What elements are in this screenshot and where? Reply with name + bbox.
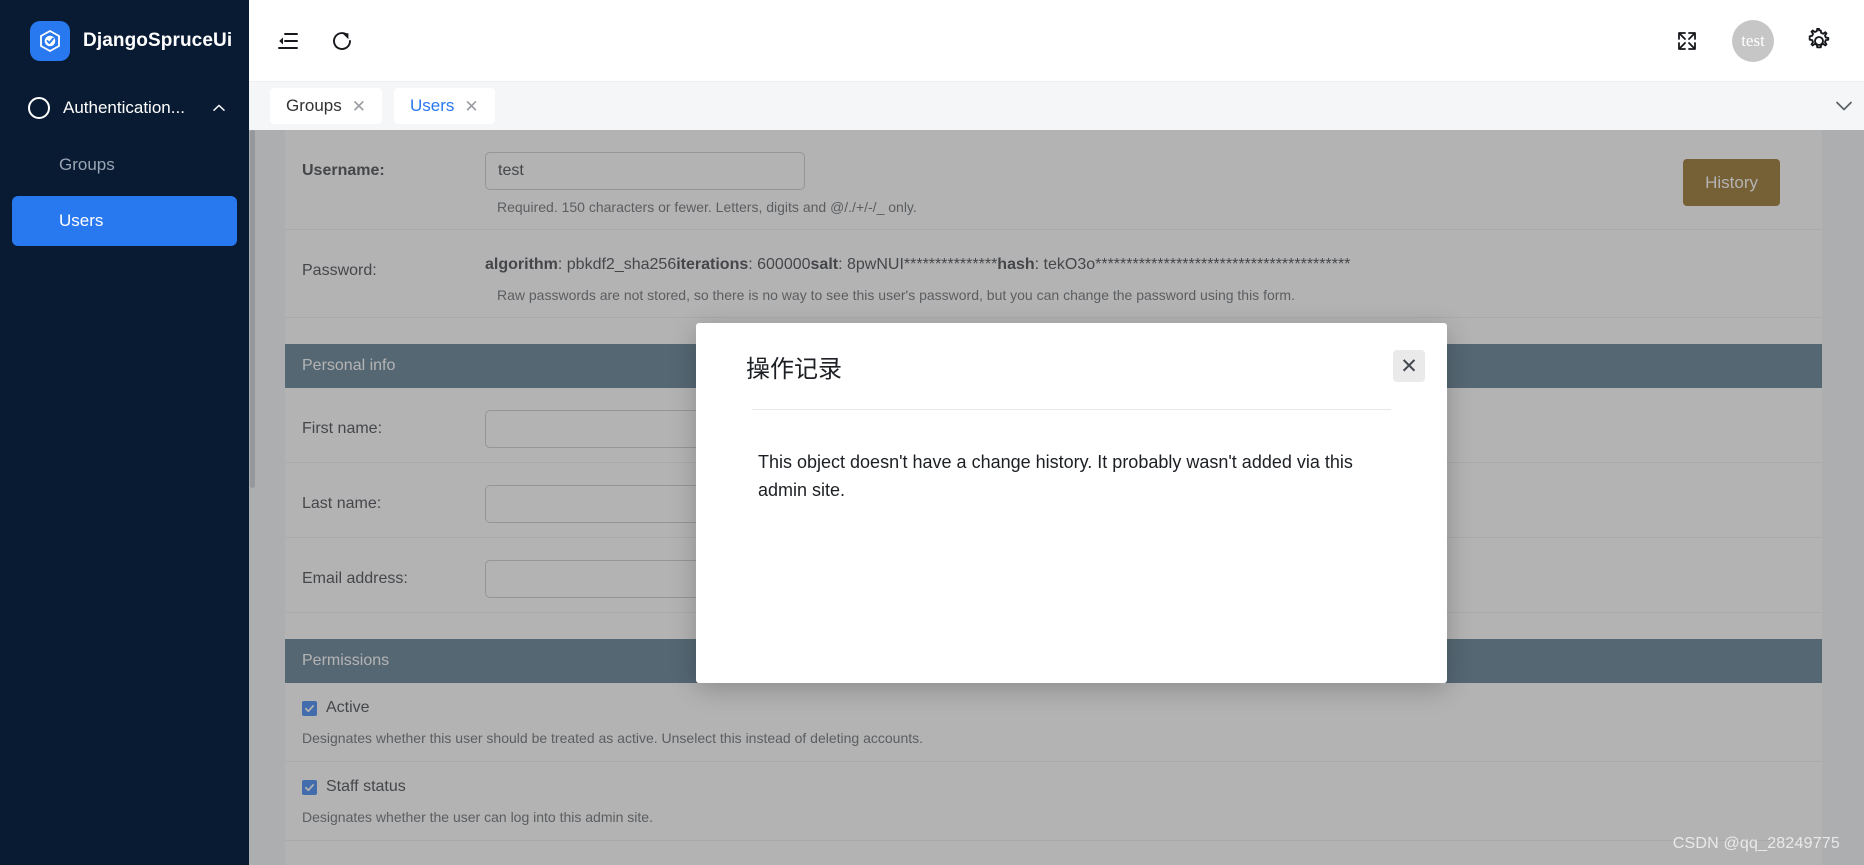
circle-outline-icon — [28, 97, 50, 119]
active-checkbox[interactable] — [302, 700, 317, 716]
modal-body: This object doesn't have a change histor… — [758, 452, 1353, 501]
fullscreen-expand-icon[interactable] — [1672, 26, 1702, 56]
password-hash-key: hash — [997, 256, 1035, 273]
sidebar-group-label: Authentication... — [63, 98, 185, 117]
password-label: Password: — [302, 262, 377, 279]
tab-label: Groups — [286, 96, 342, 115]
chevron-up-icon — [213, 104, 225, 111]
sidebar-item-groups[interactable]: Groups — [12, 140, 237, 190]
brand[interactable]: DjangoSpruceUi — [0, 0, 249, 82]
tab-label: Users — [410, 96, 455, 115]
modal-title: 操作记录 — [746, 355, 842, 383]
history-modal: 操作记录 ✕ This object doesn't have a change… — [696, 323, 1447, 683]
password-iterations-key: iterations — [676, 256, 749, 273]
tabbar-front: Groups ✕ Users ✕ — [249, 82, 1864, 130]
avatar-label: test — [1741, 30, 1765, 50]
tab-users[interactable]: Users ✕ — [394, 88, 495, 124]
password-algorithm-value: : pbkdf2_sha256 — [557, 256, 677, 273]
topbar-front: test — [249, 0, 1864, 82]
staff-status-checkbox-line[interactable]: Staff status — [302, 778, 1822, 796]
username-body: Required. 150 characters or fewer. Lette… — [485, 152, 1822, 229]
brand-name: DjangoSpruceUi — [83, 30, 233, 51]
staff-status-checkbox[interactable] — [302, 779, 317, 795]
password-hash-value: : tekO3o********************************… — [1034, 256, 1351, 273]
sidebar-item-users[interactable]: Users — [12, 196, 237, 246]
staff-status-help: Designates whether the user can log into… — [302, 809, 653, 825]
password-iterations-value: : 600000 — [748, 256, 811, 273]
active-help: Designates whether this user should be t… — [302, 730, 924, 746]
password-help: Raw passwords are not stored, so there i… — [497, 287, 1295, 303]
gear-icon[interactable] — [1804, 26, 1834, 56]
field-row-password: Password: algorithm: pbkdf2_sha256iterat… — [285, 230, 1822, 318]
avatar[interactable]: test — [1732, 19, 1774, 62]
scrollbar-thumb[interactable] — [250, 130, 255, 488]
last-name-label: Last name: — [302, 495, 382, 512]
active-label: Active — [326, 699, 370, 716]
sidebar-item-label: Groups — [59, 155, 115, 174]
password-salt-value: : 8pwNUI*************** — [838, 256, 998, 273]
sidebar-item-label: Users — [59, 211, 104, 230]
tab-groups[interactable]: Groups ✕ — [270, 88, 382, 124]
spruce-hexagon-logo-icon — [30, 21, 70, 61]
watermark: CSDN @qq_28249775 — [1672, 835, 1840, 852]
chevron-down-icon[interactable] — [1832, 94, 1856, 118]
app-root: DjangoSpruceUi Authentication... Groups … — [0, 0, 1864, 865]
topbar-right-actions-front: test — [1672, 19, 1864, 62]
password-salt-key: salt — [810, 256, 839, 273]
history-button[interactable]: History — [1683, 159, 1780, 206]
field-row-username: Username: Required. 150 characters or fe… — [285, 130, 1822, 230]
password-hash-summary: algorithm: pbkdf2_sha256iterations: 6000… — [485, 252, 1802, 278]
email-label: Email address: — [302, 570, 408, 587]
close-icon[interactable]: ✕ — [1393, 350, 1425, 382]
modal-header: 操作记录 ✕ — [696, 323, 1447, 409]
password-body: algorithm: pbkdf2_sha256iterations: 6000… — [485, 252, 1822, 317]
staff-status-label: Staff status — [326, 778, 406, 795]
close-icon[interactable]: ✕ — [352, 98, 366, 115]
check-row-active: Active Designates whether this user shou… — [285, 683, 1822, 762]
close-icon[interactable]: ✕ — [464, 98, 478, 115]
username-input[interactable] — [485, 152, 805, 190]
topbar-left-actions-front — [249, 26, 357, 56]
active-checkbox-line[interactable]: Active — [302, 699, 1822, 717]
sidebar-group-authentication[interactable]: Authentication... — [0, 82, 249, 134]
first-name-label: First name: — [302, 420, 383, 437]
password-algorithm-key: algorithm — [485, 256, 558, 273]
username-help: Required. 150 characters or fewer. Lette… — [497, 199, 917, 215]
username-label: Username: — [302, 162, 385, 179]
menu-collapse-icon[interactable] — [273, 26, 303, 56]
check-row-staff-status: Staff status Designates whether the user… — [285, 762, 1822, 841]
content-scrollbar[interactable] — [249, 130, 256, 865]
sidebar-front: DjangoSpruceUi Authentication... Groups … — [0, 0, 249, 865]
refresh-icon[interactable] — [327, 26, 357, 56]
